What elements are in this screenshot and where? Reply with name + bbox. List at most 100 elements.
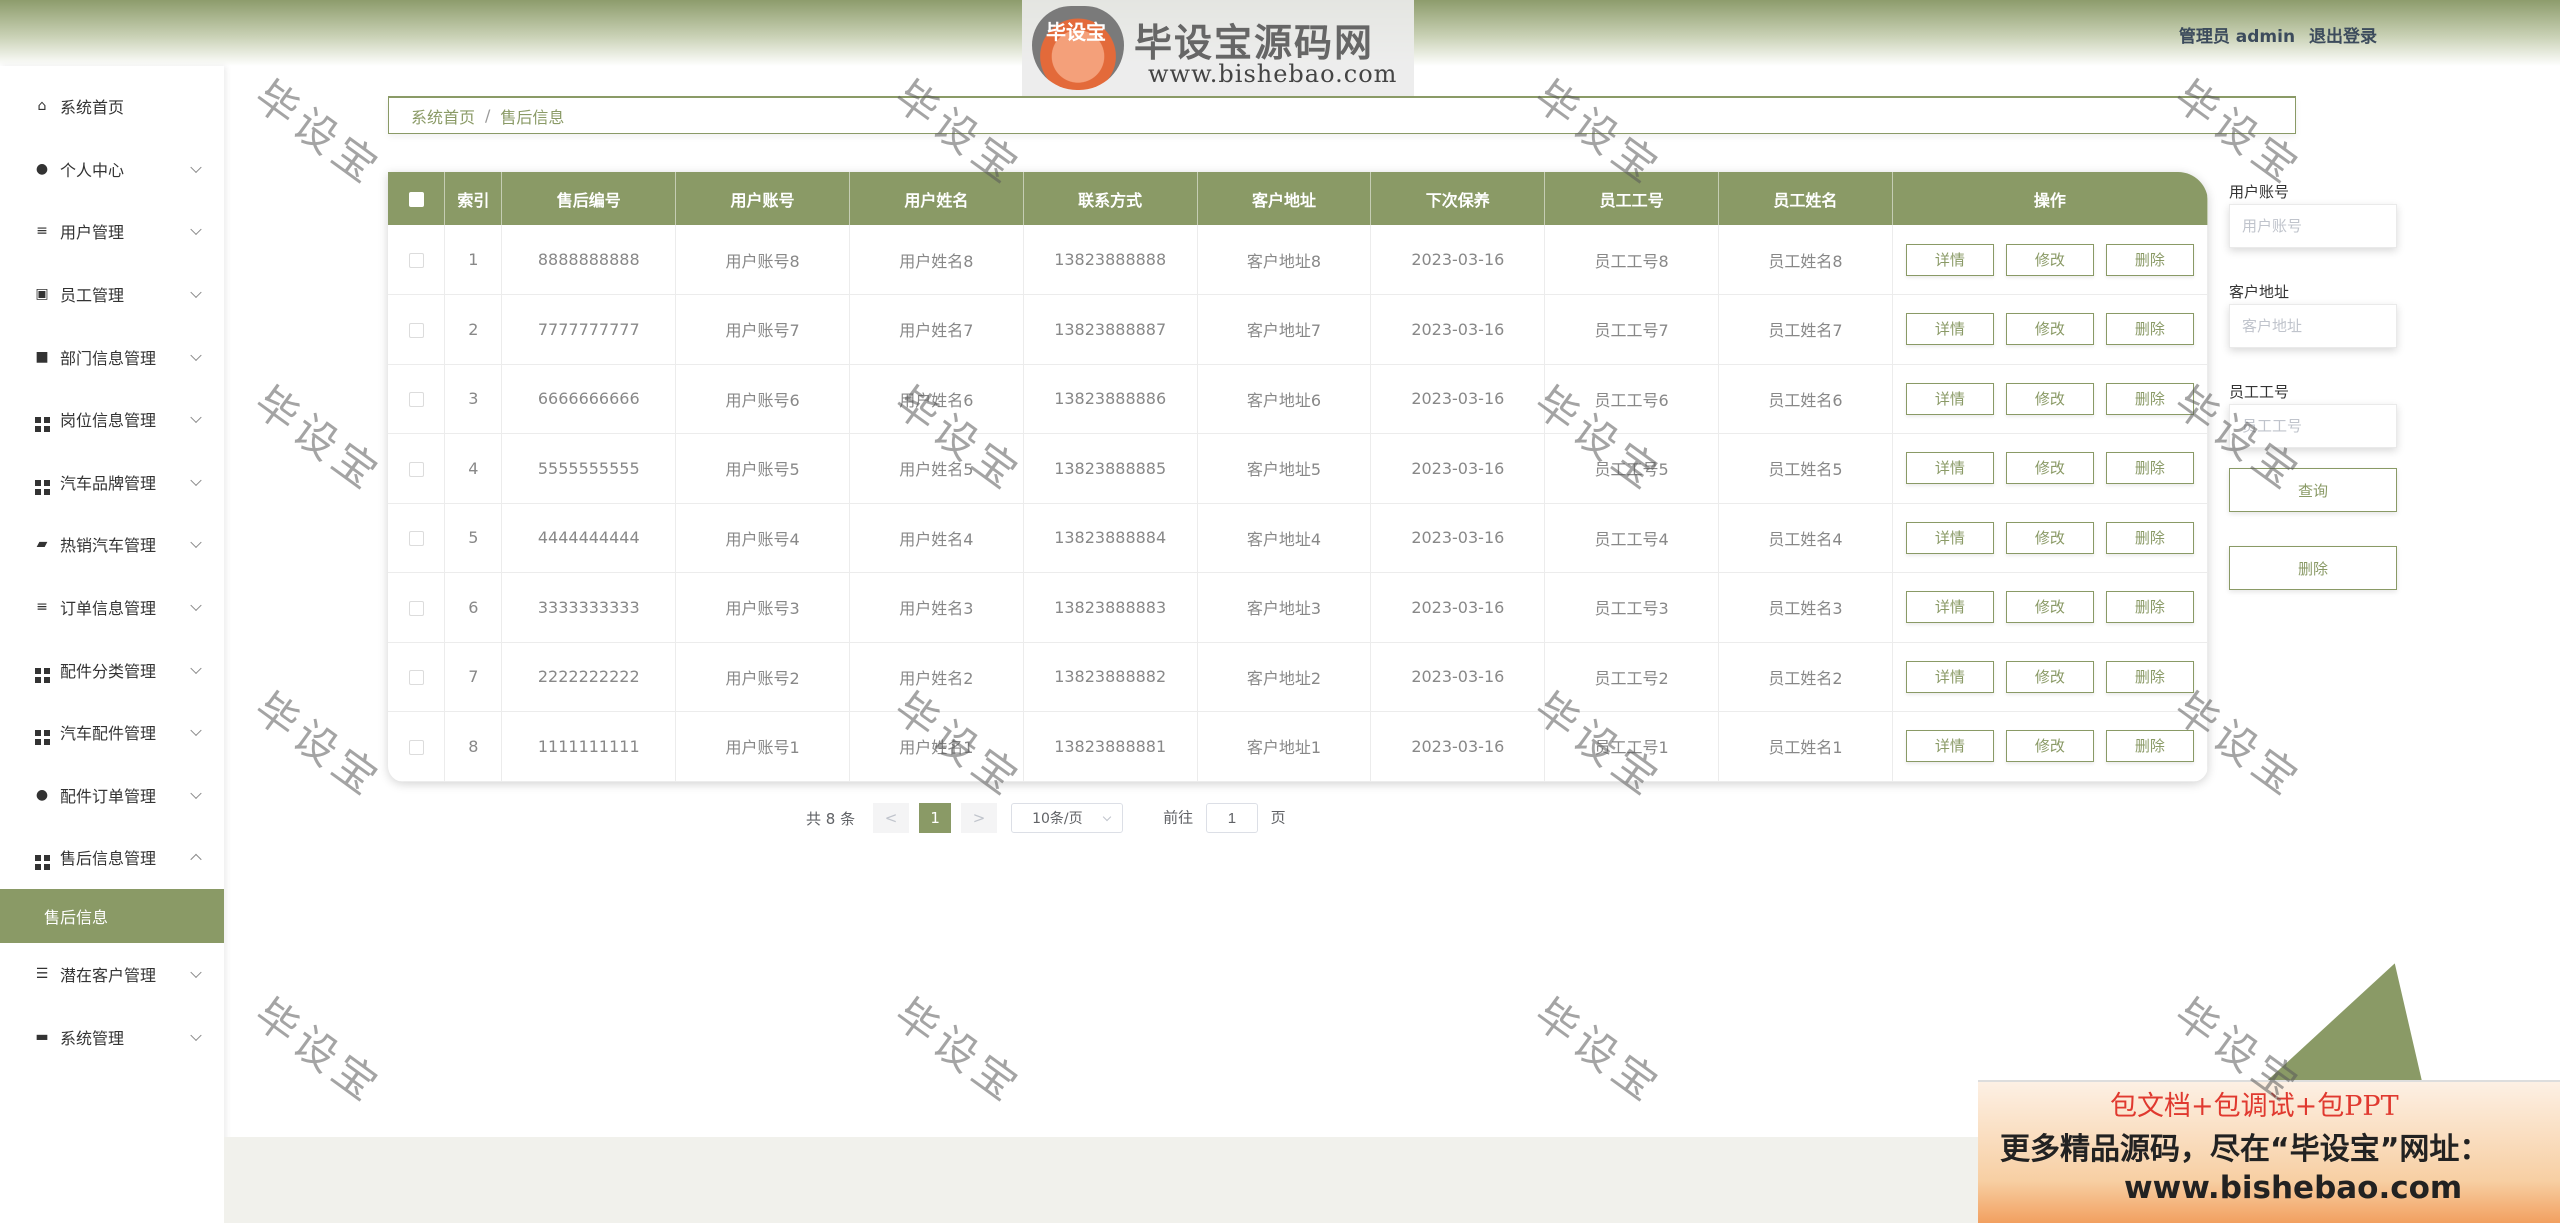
chevron-up-icon [190, 854, 202, 866]
sidebar-item-label: 订单信息管理 [60, 599, 157, 619]
delete-button[interactable]: 删除 [2105, 591, 2194, 624]
detail-button[interactable]: 详情 [1905, 313, 1994, 346]
edit-button[interactable]: 修改 [2005, 243, 2094, 276]
prev-page-button[interactable]: < [873, 803, 910, 833]
delete-button[interactable]: 删除 [2105, 313, 2194, 346]
sidebar-item-4[interactable]: ■ 部门信息管理 [0, 325, 224, 388]
sidebar-item-6[interactable]: 汽车品牌管理 [0, 451, 224, 514]
account-search-input[interactable] [2229, 204, 2397, 248]
detail-button[interactable]: 详情 [1905, 521, 1994, 554]
page-number-1[interactable]: 1 [919, 803, 952, 833]
edit-button[interactable]: 修改 [2005, 382, 2094, 415]
row-checkbox[interactable] [408, 739, 424, 755]
sidebar-item-after-1[interactable]: ▬ 系统管理 [0, 1005, 224, 1068]
column-header: 客户地址 [1197, 172, 1372, 225]
table-row: 7 2222222222 用户账号2 用户姓名2 13823888882 客户地址2 202… [388, 642, 2208, 712]
sidebar-item-10[interactable]: 汽车配件管理 [0, 701, 224, 764]
cell-name: 用户姓名5 [849, 433, 1024, 503]
user-icon: ● [35, 160, 49, 177]
detail-button[interactable]: 详情 [1905, 660, 1994, 693]
edit-button[interactable]: 修改 [2005, 521, 2094, 554]
chat-icon: ▰ [36, 536, 48, 553]
edit-button[interactable]: 修改 [2005, 730, 2094, 763]
cell-actions: 详情 修改 删除 [1892, 294, 2208, 364]
cell-phone: 13823888882 [1023, 642, 1198, 712]
address-label: 客户地址 [2229, 283, 2290, 301]
chart-icon: ▣ [35, 286, 49, 303]
page-size-select[interactable]: 10条/页 [1011, 803, 1124, 833]
detail-button[interactable]: 详情 [1905, 382, 1994, 415]
cell-account: 用户账号2 [675, 642, 850, 712]
row-checkbox[interactable] [408, 670, 424, 686]
sidebar-item-5[interactable]: 岗位信息管理 [0, 388, 224, 451]
chevron-down-icon [190, 224, 202, 236]
logout-link[interactable]: 退出登录 [2309, 27, 2377, 47]
grid-icon [34, 411, 50, 433]
cell-index: 6 [444, 572, 503, 642]
delete-button[interactable]: 删除 [2105, 730, 2194, 763]
search-panel: 用户账号 客户地址 员工工号 查询 删除 [2229, 180, 2399, 590]
cell-phone: 13823888887 [1023, 294, 1198, 364]
location-icon: ● [35, 786, 49, 803]
sidebar-item-3[interactable]: ▣ 员工管理 [0, 263, 224, 326]
row-checkbox[interactable] [408, 461, 424, 477]
breadcrumb-home[interactable]: 系统首页 [411, 104, 475, 128]
row-checkbox[interactable] [408, 253, 424, 268]
cell-staff-name: 员工姓名1 [1718, 711, 1893, 781]
goto-suffix: 页 [1270, 808, 1286, 827]
delete-button[interactable]: 删除 [2105, 243, 2194, 276]
query-button[interactable]: 查询 [2229, 468, 2397, 512]
row-checkbox[interactable] [408, 600, 424, 616]
cell-address: 客户地址6 [1197, 364, 1372, 434]
data-table: 索引 售后编号 用户账号 用户姓名 联系方式 客户地址 下次保养 员工工号 员工姓名 操作 1 88… [388, 172, 2208, 782]
sidebar-item-label: 部门信息管理 [60, 348, 157, 368]
sidebar-subitem-after-sales[interactable]: 售后信息 [0, 888, 224, 943]
delete-button[interactable]: 删除 [2105, 382, 2194, 415]
delete-button[interactable]: 删除 [2105, 660, 2194, 693]
edit-button[interactable]: 修改 [2005, 591, 2094, 624]
staff-no-search-input[interactable] [2229, 404, 2397, 448]
chevron-down-icon [190, 599, 202, 612]
sidebar-item-9[interactable]: 配件分类管理 [0, 638, 224, 701]
row-checkbox[interactable] [408, 531, 424, 547]
sidebar-item-1[interactable]: ● 个人中心 [0, 138, 224, 201]
address-search-input[interactable] [2229, 304, 2397, 348]
sidebar-item-7[interactable]: ▰ 热销汽车管理 [0, 513, 224, 576]
logo-url: www.bishebao.com [1148, 60, 1398, 88]
delete-button[interactable]: 删除 [2105, 521, 2194, 554]
edit-button[interactable]: 修改 [2005, 313, 2094, 346]
detail-button[interactable]: 详情 [1905, 243, 1994, 276]
sidebar-item-2[interactable]: ≡ 用户管理 [0, 200, 224, 263]
sidebar-item-11[interactable]: ● 配件订单管理 [0, 764, 224, 827]
page-jump: 前往 页 [1163, 803, 1286, 833]
chevron-down-icon [190, 537, 202, 549]
batch-delete-button[interactable]: 删除 [2229, 546, 2397, 590]
goto-page-input[interactable] [1205, 803, 1258, 833]
sidebar-item-8[interactable]: ≡ 订单信息管理 [0, 576, 224, 639]
select-all-checkbox[interactable] [408, 192, 424, 207]
cell-phone: 13823888881 [1023, 711, 1198, 781]
delete-button[interactable]: 删除 [2105, 452, 2194, 485]
sidebar-item-after-0[interactable]: ☰ 潜在客户管理 [0, 943, 224, 1006]
cell-index: 1 [444, 225, 503, 295]
edit-button[interactable]: 修改 [2005, 660, 2094, 693]
row-checkbox[interactable] [408, 392, 424, 408]
edit-button[interactable]: 修改 [2005, 452, 2094, 485]
pagination: 共 8 条 < 1 > 10条/页 前往 页 [806, 802, 1286, 834]
logo-badge-text: 毕设宝 [1046, 20, 1106, 44]
sidebar-item-12[interactable]: 售后信息管理 [0, 826, 224, 889]
watermark: 毕设宝 [1525, 988, 1671, 1114]
row-checkbox[interactable] [408, 322, 424, 338]
table-row: 6 3333333333 用户账号3 用户姓名3 13823888883 客户地址3 202… [388, 572, 2208, 642]
detail-button[interactable]: 详情 [1905, 452, 1994, 485]
cell-staff-no: 员工工号6 [1544, 364, 1720, 434]
sidebar-item-0[interactable]: ⌂ 系统首页 [0, 75, 224, 138]
column-header: 售后编号 [501, 172, 677, 225]
cell-next: 2023-03-16 [1370, 294, 1546, 364]
cell-staff-no: 员工工号8 [1544, 225, 1720, 295]
sidebar-item-label: 汽车品牌管理 [60, 473, 157, 493]
detail-button[interactable]: 详情 [1905, 730, 1994, 763]
cell-staff-name: 员工姓名3 [1718, 572, 1893, 642]
detail-button[interactable]: 详情 [1905, 591, 1994, 624]
next-page-button[interactable]: > [961, 803, 998, 833]
